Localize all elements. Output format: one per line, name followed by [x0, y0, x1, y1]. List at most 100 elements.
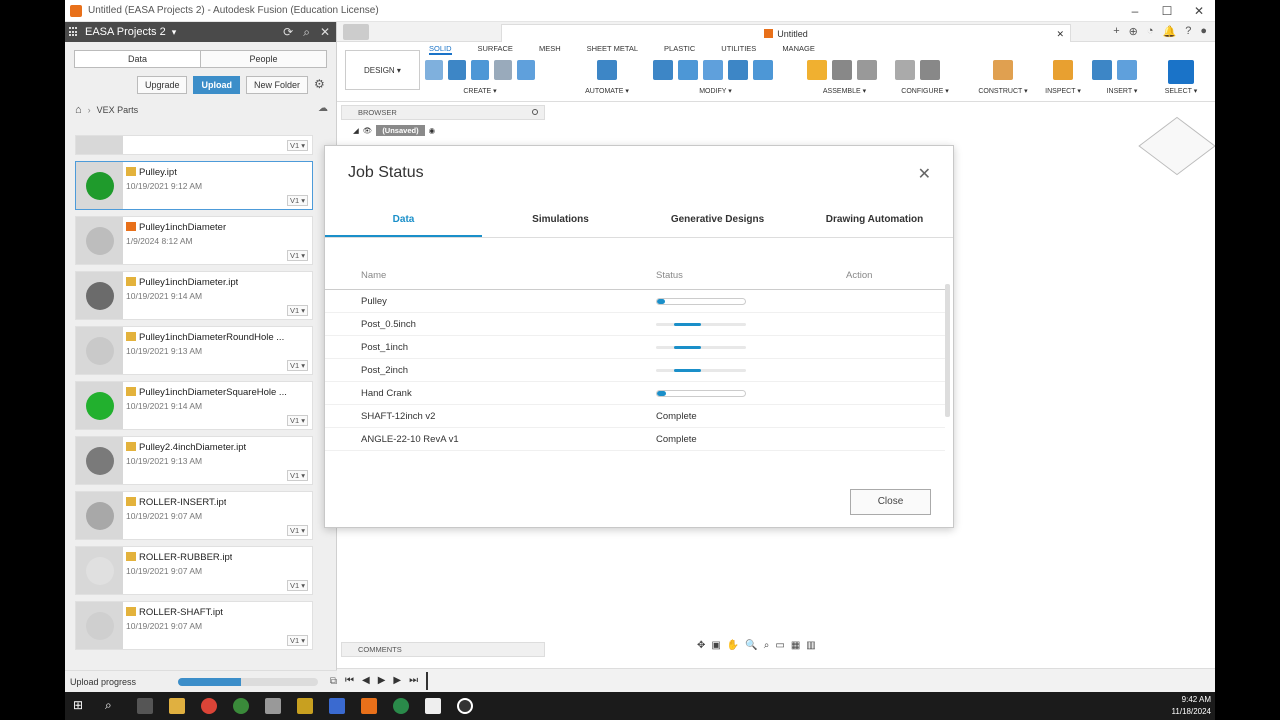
- search-icon[interactable]: ⌕: [303, 25, 310, 40]
- activate-icon[interactable]: ◉: [429, 126, 436, 135]
- tab-simulations[interactable]: Simulations: [482, 204, 639, 237]
- tab-surface[interactable]: SURFACE: [478, 44, 513, 55]
- notifications-icon[interactable]: 🔔: [1163, 25, 1177, 38]
- play-icon[interactable]: ▶: [378, 675, 386, 686]
- pattern-icon[interactable]: [517, 60, 535, 80]
- job-status-icon[interactable]: ◔: [1147, 25, 1154, 38]
- maximize-icon[interactable]: ☐: [1151, 0, 1183, 22]
- browser-root-node[interactable]: ◢ 👁 (Unsaved) ◉: [353, 125, 435, 136]
- automate-icon[interactable]: [597, 60, 617, 80]
- version-badge[interactable]: V1 ▾: [286, 305, 308, 316]
- insert-image-icon[interactable]: [1117, 60, 1137, 80]
- chevron-down-icon[interactable]: ▾: [172, 27, 177, 38]
- upgrade-button[interactable]: Upgrade: [136, 76, 188, 94]
- revolve-icon[interactable]: [471, 60, 489, 80]
- step-back-icon[interactable]: ◀: [362, 675, 370, 686]
- viewports-icon[interactable]: ▥: [806, 640, 815, 651]
- comments-panel[interactable]: COMMENTS: [341, 642, 545, 657]
- step-forward-icon[interactable]: ▶: [393, 675, 401, 686]
- inspect-menu[interactable]: INSPECT ▾: [1037, 87, 1089, 95]
- grid-settings-icon[interactable]: ▦: [791, 640, 800, 651]
- configure-table-icon[interactable]: [920, 60, 940, 80]
- orbit-icon[interactable]: ✥: [697, 640, 705, 651]
- task-view-icon[interactable]: [137, 698, 153, 714]
- pin-icon[interactable]: [532, 109, 538, 115]
- home-icon[interactable]: ⌂: [75, 104, 82, 116]
- close-icon[interactable]: ✕: [1183, 0, 1215, 22]
- browser-panel[interactable]: BROWSER: [341, 105, 545, 120]
- version-badge[interactable]: V1 ▾: [286, 195, 308, 206]
- tab-people[interactable]: People: [201, 51, 326, 67]
- extensions-icon[interactable]: ⊕: [1129, 25, 1138, 38]
- avatar[interactable]: ●: [1200, 25, 1207, 38]
- tab-drawing-automation[interactable]: Drawing Automation: [796, 204, 953, 237]
- fit-icon[interactable]: ⌕: [764, 640, 770, 651]
- cloud-icon[interactable]: ☁: [318, 103, 328, 114]
- upload-button[interactable]: Upload: [193, 76, 240, 94]
- select-menu[interactable]: SELECT ▾: [1157, 87, 1205, 95]
- document-tab[interactable]: Untitled ✕: [501, 24, 1071, 42]
- search-icon[interactable]: ⌕: [105, 698, 121, 714]
- version-badge[interactable]: V1 ▾: [286, 140, 308, 151]
- breadcrumb-folder[interactable]: VEX Parts: [97, 105, 139, 115]
- new-component-icon[interactable]: [807, 60, 827, 80]
- minimize-icon[interactable]: –: [1119, 0, 1151, 22]
- configure-menu[interactable]: CONFIGURE ▾: [895, 87, 955, 95]
- tab-data[interactable]: Data: [75, 51, 201, 67]
- timeline-marker[interactable]: [426, 671, 429, 690]
- version-badge[interactable]: V1 ▾: [286, 470, 308, 481]
- external-link-icon[interactable]: ⧉: [330, 676, 337, 687]
- offset-plane-icon[interactable]: [993, 60, 1013, 80]
- create-menu[interactable]: CREATE ▾: [425, 87, 535, 95]
- zoom-icon[interactable]: 🔍: [745, 640, 757, 651]
- insert-menu[interactable]: INSERT ▾: [1092, 87, 1152, 95]
- windows-start-icon[interactable]: ⊞: [73, 698, 89, 714]
- display-settings-icon[interactable]: ▭: [775, 640, 784, 651]
- help-icon[interactable]: ?: [1185, 25, 1191, 38]
- app-icon[interactable]: [329, 698, 345, 714]
- press-pull-icon[interactable]: [653, 60, 673, 80]
- app-icon[interactable]: [297, 698, 313, 714]
- joint-icon[interactable]: [832, 60, 852, 80]
- look-at-icon[interactable]: ▣: [711, 640, 720, 651]
- new-tab-icon[interactable]: +: [1113, 25, 1119, 38]
- list-item[interactable]: ROLLER-INSERT.ipt 10/19/2021 9:07 AM V1 ▾: [75, 491, 313, 540]
- insert-derive-icon[interactable]: [1092, 60, 1112, 80]
- app-icon[interactable]: [393, 698, 409, 714]
- app-icon[interactable]: [457, 698, 473, 714]
- list-item[interactable]: Pulley.ipt 10/19/2021 9:12 AM V1 ▾: [75, 161, 313, 210]
- notepad-icon[interactable]: [425, 698, 441, 714]
- fusion-taskbar-icon[interactable]: [361, 698, 377, 714]
- fillet-icon[interactable]: [678, 60, 698, 80]
- expand-icon[interactable]: ◢: [353, 126, 359, 135]
- tab-generative-designs[interactable]: Generative Designs: [639, 204, 796, 237]
- chrome-icon[interactable]: [201, 698, 217, 714]
- tab-utilities[interactable]: UTILITIES: [721, 44, 756, 55]
- extrude-icon[interactable]: [448, 60, 466, 80]
- close-tab-icon[interactable]: ✕: [1056, 25, 1064, 43]
- skip-end-icon[interactable]: ⏭: [409, 675, 418, 686]
- home-tab-icon[interactable]: [343, 24, 369, 40]
- list-item[interactable]: Pulley2.4inchDiameter.ipt 10/19/2021 9:13…: [75, 436, 313, 485]
- construct-menu[interactable]: CONSTRUCT ▾: [973, 87, 1033, 95]
- list-item[interactable]: Pulley1inchDiameter.ipt 10/19/2021 9:14 A…: [75, 271, 313, 320]
- app-icon[interactable]: [233, 698, 249, 714]
- version-badge[interactable]: V1 ▾: [286, 525, 308, 536]
- skip-start-icon[interactable]: ⏮: [345, 675, 354, 686]
- file-explorer-icon[interactable]: [169, 698, 185, 714]
- assemble-table-icon[interactable]: [857, 60, 877, 80]
- version-badge[interactable]: V1 ▾: [286, 250, 308, 261]
- tab-mesh[interactable]: MESH: [539, 44, 561, 55]
- modify-menu[interactable]: MODIFY ▾: [653, 87, 778, 95]
- new-folder-button[interactable]: New Folder: [245, 76, 308, 94]
- tab-solid[interactable]: SOLID: [429, 44, 452, 55]
- close-button[interactable]: Close: [850, 489, 931, 515]
- project-name[interactable]: EASA Projects 2: [85, 26, 166, 38]
- list-item[interactable]: Pulley1inchDiameterRoundHole ... 10/19/20…: [75, 326, 313, 375]
- viewcube[interactable]: [1138, 116, 1215, 176]
- close-panel-icon[interactable]: ✕: [320, 25, 330, 40]
- hole-icon[interactable]: [494, 60, 512, 80]
- paint-icon[interactable]: [265, 698, 281, 714]
- assemble-menu[interactable]: ASSEMBLE ▾: [807, 87, 882, 95]
- tab-plastic[interactable]: PLASTIC: [664, 44, 695, 55]
